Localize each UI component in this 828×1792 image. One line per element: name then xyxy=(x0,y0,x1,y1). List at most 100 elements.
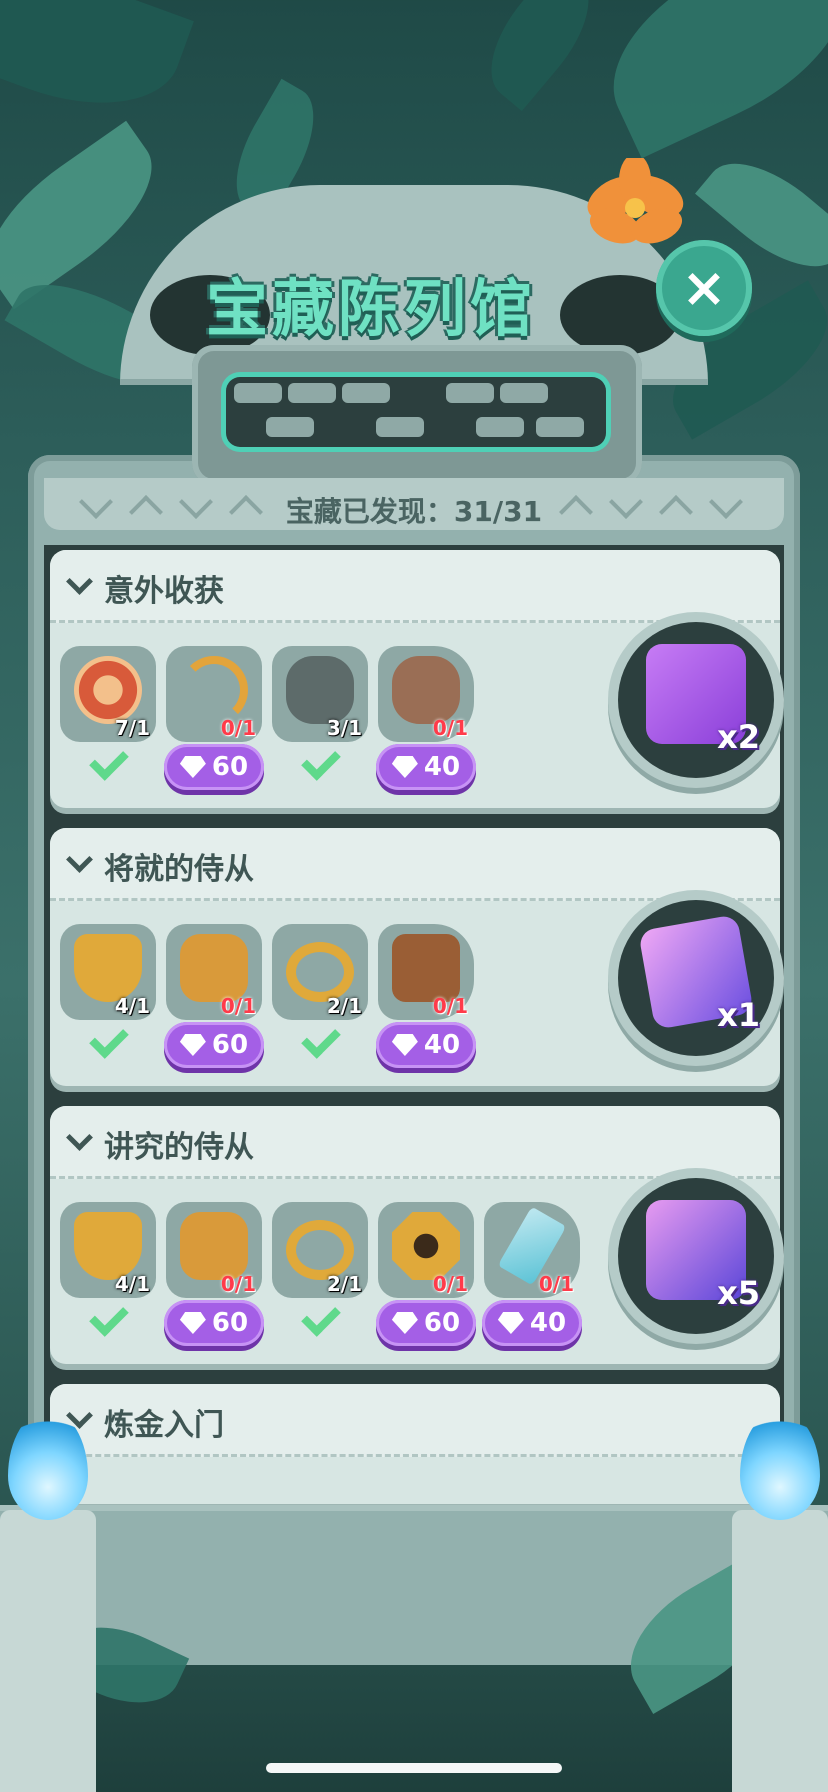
section-title: 将就的侍从 xyxy=(104,852,254,887)
treasure-item[interactable]: 0/1 xyxy=(378,1202,474,1298)
mickey-shield-icon xyxy=(74,934,142,1002)
treasure-item[interactable]: 3/1 xyxy=(272,646,368,742)
stone-plaque xyxy=(192,345,642,485)
fossil-shell-icon xyxy=(392,656,460,724)
item-count: 0/1 xyxy=(220,716,256,740)
mickey-shield-icon xyxy=(74,1212,142,1280)
torch-pillar-right xyxy=(732,1510,828,1792)
gold-belt-icon xyxy=(286,942,354,1002)
gem-price: 60 xyxy=(423,1308,461,1338)
chevron-down-icon xyxy=(66,846,93,873)
gem-icon xyxy=(179,1034,206,1056)
reward-multiplier: x1 xyxy=(717,996,760,1034)
reward-slot[interactable]: x2 xyxy=(618,622,774,778)
discovered-counter: 宝藏已发现：31/31 xyxy=(44,490,784,530)
treasure-item[interactable]: 0/1 xyxy=(166,646,262,742)
gem-price: 60 xyxy=(211,1030,249,1060)
reward-slot[interactable]: x5 xyxy=(618,1178,774,1334)
gem-price: 60 xyxy=(211,1308,249,1338)
buy-with-gems-button[interactable]: 60 xyxy=(164,1022,264,1068)
discovered-bar: 宝藏已发现：31/31 xyxy=(44,478,784,530)
gem-icon xyxy=(391,756,418,778)
reward-multiplier: x2 xyxy=(717,718,760,756)
buy-with-gems-button[interactable]: 40 xyxy=(376,744,476,790)
item-count: 0/1 xyxy=(432,1272,468,1296)
gem-price: 40 xyxy=(529,1308,567,1338)
bow-arrow-icon xyxy=(180,656,248,724)
chevron-down-icon xyxy=(66,1124,93,1151)
buy-with-gems-button[interactable]: 40 xyxy=(376,1022,476,1068)
treasure-item[interactable]: 2/1 xyxy=(272,1202,368,1298)
item-count: 0/1 xyxy=(432,994,468,1018)
treasure-item[interactable]: 0/1 xyxy=(166,1202,262,1298)
wooden-crossbow-icon xyxy=(392,934,460,1002)
section-title: 意外收获 xyxy=(104,574,224,609)
gold-belt-icon xyxy=(286,1220,354,1280)
gem-icon xyxy=(391,1034,418,1056)
gem-icon xyxy=(497,1312,524,1334)
treasure-item[interactable]: 4/1 xyxy=(60,1202,156,1298)
check-icon xyxy=(88,748,128,774)
check-icon xyxy=(300,748,340,774)
plaque-slot xyxy=(226,377,606,447)
buy-with-gems-button[interactable]: 60 xyxy=(376,1300,476,1346)
item-count: 3/1 xyxy=(326,716,362,740)
buy-with-gems-button[interactable]: 40 xyxy=(482,1300,582,1346)
treasure-item[interactable]: 7/1 xyxy=(60,646,156,742)
gem-price: 40 xyxy=(423,752,461,782)
blue-flame-icon xyxy=(740,1410,820,1520)
gem-price: 40 xyxy=(423,1030,461,1060)
buy-with-gems-button[interactable]: 60 xyxy=(164,744,264,790)
close-button[interactable]: × xyxy=(656,240,752,336)
item-count: 4/1 xyxy=(114,1272,150,1296)
rocket-target-icon xyxy=(74,656,142,724)
chest-armor-icon xyxy=(180,934,248,1002)
close-icon: × xyxy=(681,256,727,319)
gem-icon xyxy=(179,756,206,778)
stone-serpent-icon xyxy=(286,656,354,724)
treasure-item[interactable]: 4/1 xyxy=(60,924,156,1020)
chest-armor-icon xyxy=(180,1212,248,1280)
buy-with-gems-button[interactable]: 60 xyxy=(164,1300,264,1346)
treasure-item[interactable]: 0/1 xyxy=(166,924,262,1020)
home-indicator[interactable] xyxy=(266,1763,562,1773)
treasure-item[interactable]: 0/1 xyxy=(484,1202,580,1298)
discovered-label: 宝藏已发现： xyxy=(285,495,454,528)
check-icon xyxy=(300,1026,340,1052)
mickey-medal-icon xyxy=(392,1212,460,1280)
chevron-down-icon xyxy=(66,568,93,595)
page-title: 宝藏陈列馆 xyxy=(206,272,537,345)
treasure-item[interactable]: 0/1 xyxy=(378,924,474,1020)
item-count: 0/1 xyxy=(538,1272,574,1296)
collection-section: 意外收获 7/1 0/1 60 3/1 0/1 40 x2 xyxy=(50,550,780,808)
section-header[interactable]: 讲究的侍从 xyxy=(50,1106,780,1179)
section-header[interactable]: 炼金入门 xyxy=(50,1384,780,1457)
gem-icon xyxy=(179,1312,206,1334)
item-count: 0/1 xyxy=(432,716,468,740)
discovered-value: 31/31 xyxy=(453,495,543,528)
collection-section: 讲究的侍从 4/1 0/1 60 2/1 0/1 60 0/1 40 x5 xyxy=(50,1106,780,1364)
reward-slot[interactable]: x1 xyxy=(618,900,774,1056)
section-header[interactable]: 意外收获 xyxy=(50,550,780,623)
section-title: 讲究的侍从 xyxy=(104,1130,254,1165)
item-count: 2/1 xyxy=(326,994,362,1018)
item-count: 2/1 xyxy=(326,1272,362,1296)
section-header[interactable]: 将就的侍从 xyxy=(50,828,780,901)
item-count: 0/1 xyxy=(220,994,256,1018)
item-count: 4/1 xyxy=(114,994,150,1018)
gem-price: 60 xyxy=(211,752,249,782)
check-icon xyxy=(88,1304,128,1330)
collection-section: 将就的侍从 4/1 0/1 60 2/1 0/1 40 x1 xyxy=(50,828,780,1086)
check-icon xyxy=(88,1026,128,1052)
collection-section: 炼金入门 xyxy=(50,1384,780,1504)
check-icon xyxy=(300,1304,340,1330)
item-count: 0/1 xyxy=(220,1272,256,1296)
flower-icon xyxy=(587,158,684,244)
torch-pillar-left xyxy=(0,1510,96,1792)
treasure-item[interactable]: 0/1 xyxy=(378,646,474,742)
section-title: 炼金入门 xyxy=(104,1408,224,1443)
reward-multiplier: x5 xyxy=(717,1274,760,1312)
item-count: 7/1 xyxy=(114,716,150,740)
gem-icon xyxy=(391,1312,418,1334)
treasure-item[interactable]: 2/1 xyxy=(272,924,368,1020)
